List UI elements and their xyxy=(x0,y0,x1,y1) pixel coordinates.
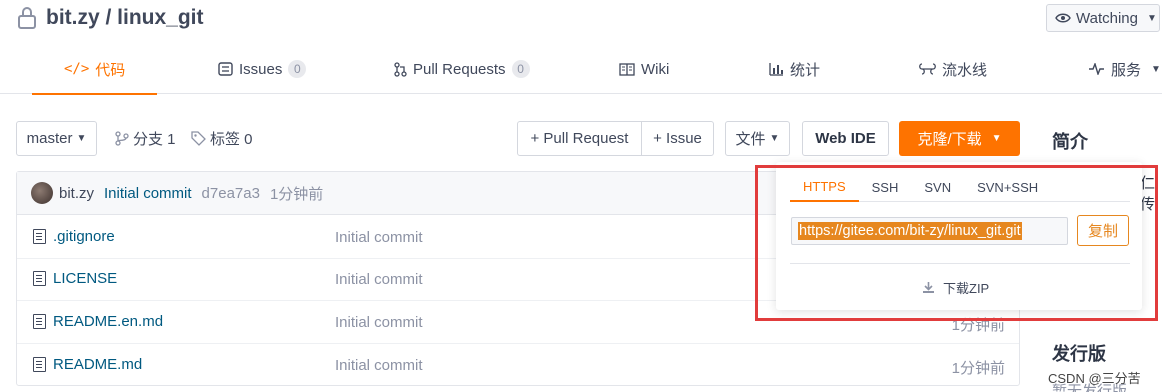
file-commit-message[interactable]: Initial commit xyxy=(335,314,423,331)
tab-wiki[interactable]: Wiki xyxy=(619,44,669,94)
lock-icon xyxy=(18,7,36,29)
file-link[interactable]: LICENSE xyxy=(33,270,117,287)
tab-service-label: 服务 xyxy=(1111,61,1142,79)
files-label: 文件 xyxy=(735,131,766,148)
clone-download-button[interactable]: 克隆/下载 ▼ xyxy=(899,121,1020,156)
pull-requests-count-badge: 0 xyxy=(511,60,530,78)
issues-icon xyxy=(218,62,233,76)
branches-link[interactable]: 分支 1 xyxy=(115,128,176,148)
file-name: README.md xyxy=(53,356,143,373)
commit-hash[interactable]: d7ea7a3 xyxy=(202,185,260,202)
tab-pull-requests[interactable]: Pull Requests 0 xyxy=(394,44,530,94)
web-ide-button[interactable]: Web IDE xyxy=(802,121,889,156)
chevron-down-icon: ▼ xyxy=(76,133,87,144)
commit-time: 1分钟前 xyxy=(269,185,324,203)
tab-code-label: 代码 xyxy=(95,61,126,79)
tab-service[interactable]: 服务 ▼ xyxy=(1088,44,1161,94)
tab-issues[interactable]: Issues 0 xyxy=(218,44,307,94)
tab-pipeline[interactable]: 流水线 xyxy=(919,44,987,94)
commit-message[interactable]: Initial commit xyxy=(104,185,192,202)
file-name: .gitignore xyxy=(53,228,115,245)
file-icon xyxy=(33,357,46,372)
file-icon xyxy=(33,271,46,286)
tab-pipeline-label: 流水线 xyxy=(942,61,988,79)
branch-select-label: master xyxy=(26,130,73,147)
file-icon xyxy=(33,314,46,329)
branches-label: 分支 1 xyxy=(133,130,176,148)
tab-wiki-label: Wiki xyxy=(641,60,670,78)
watch-label: Watching xyxy=(1076,9,1138,27)
file-commit-message[interactable]: Initial commit xyxy=(335,357,423,374)
files-dropdown[interactable]: 文件 ▼ xyxy=(725,121,790,156)
highlight-box xyxy=(755,165,1158,321)
issues-count-badge: 0 xyxy=(288,60,307,78)
tab-pull-requests-label: Pull Requests xyxy=(413,60,506,78)
chevron-down-icon: ▼ xyxy=(1151,63,1161,75)
repo-tabs: </> 代码 Issues 0 Pull Requests 0 Wiki 统计 … xyxy=(0,44,1162,95)
intro-title: 简介 xyxy=(1052,132,1088,152)
avatar[interactable] xyxy=(31,182,53,204)
service-icon xyxy=(1089,63,1104,75)
tab-code[interactable]: </> 代码 xyxy=(31,44,158,95)
tag-icon xyxy=(191,130,206,146)
code-icon: </> xyxy=(64,61,90,77)
file-icon xyxy=(33,229,46,244)
file-commit-time: 1分钟前 xyxy=(951,360,1005,377)
tab-stats[interactable]: 统计 xyxy=(769,44,820,94)
pull-request-icon xyxy=(394,61,407,77)
watch-button[interactable]: Watching ▼ xyxy=(1046,4,1160,32)
pr-issue-group: + Pull Request + Issue xyxy=(517,121,714,156)
file-name: README.en.md xyxy=(53,313,164,330)
repo-title[interactable]: bit.zy / linux_git xyxy=(46,6,204,30)
file-commit-message[interactable]: Initial commit xyxy=(335,271,423,288)
repo-header: bit.zy / linux_git xyxy=(16,4,204,32)
eye-icon xyxy=(1055,13,1071,23)
chevron-down-icon: ▼ xyxy=(769,133,780,144)
file-name: LICENSE xyxy=(53,270,118,287)
branch-select[interactable]: master ▼ xyxy=(16,121,97,156)
tab-stats-label: 统计 xyxy=(790,61,821,79)
file-link[interactable]: .gitignore xyxy=(33,228,115,245)
watermark: CSDN @三分苦 xyxy=(1048,371,1141,386)
new-pull-request-button[interactable]: + Pull Request xyxy=(518,122,642,155)
chevron-down-icon: ▼ xyxy=(991,133,1002,144)
pipeline-icon xyxy=(919,62,936,75)
branch-icon xyxy=(115,130,129,146)
chevron-down-icon: ▼ xyxy=(1146,12,1157,24)
release-title: 发行版 xyxy=(1052,344,1106,364)
file-link[interactable]: README.en.md xyxy=(33,313,163,330)
tags-label: 标签 0 xyxy=(210,130,253,148)
new-issue-button[interactable]: + Issue xyxy=(642,122,713,155)
clone-label: 克隆/下载 xyxy=(917,131,982,148)
tab-issues-label: Issues xyxy=(239,60,283,78)
table-row: README.md Initial commit 1分钟前 xyxy=(17,344,1019,387)
commit-author[interactable]: bit.zy xyxy=(59,185,94,202)
file-link[interactable]: README.md xyxy=(33,356,142,373)
stats-icon xyxy=(769,63,783,76)
wiki-icon xyxy=(619,62,635,76)
tags-link[interactable]: 标签 0 xyxy=(191,128,253,148)
file-commit-message[interactable]: Initial commit xyxy=(335,229,423,246)
